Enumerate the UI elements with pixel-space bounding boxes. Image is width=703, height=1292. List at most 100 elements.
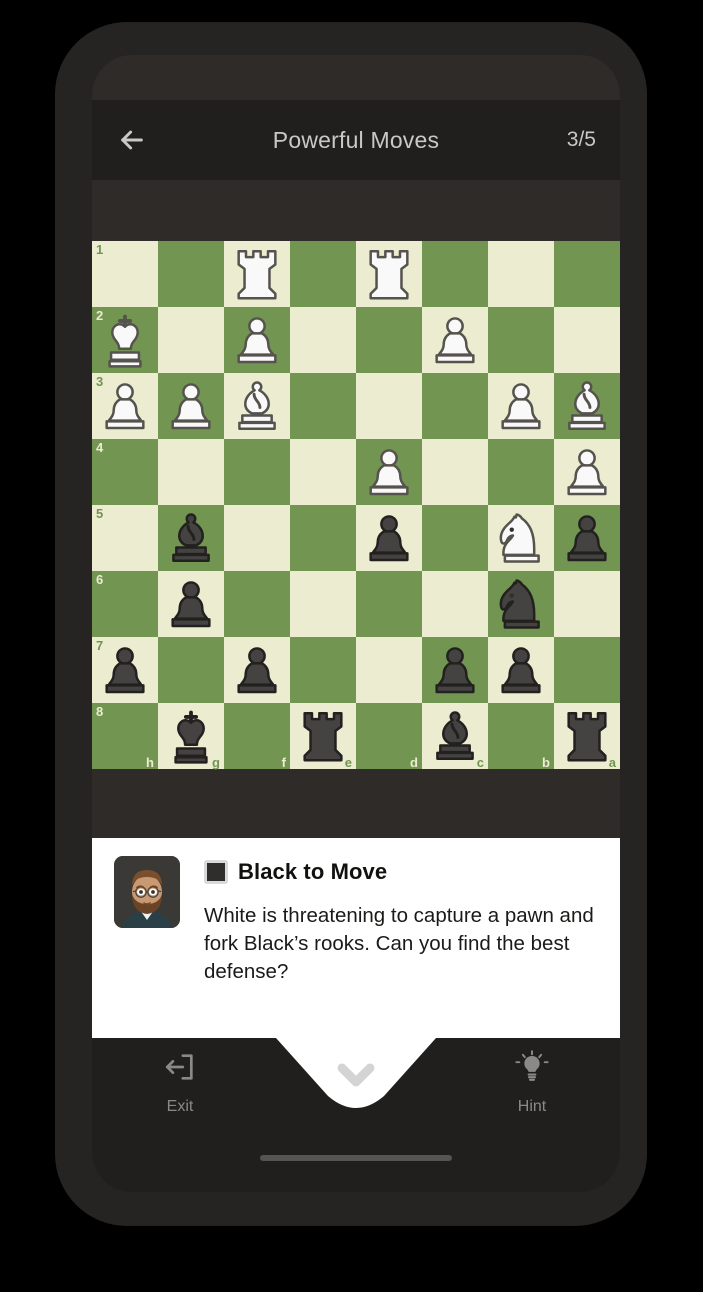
square-e8[interactable]: e: [290, 703, 356, 770]
black-pawn-piece[interactable]: [158, 571, 224, 637]
square-d4[interactable]: [356, 439, 422, 505]
square-d7[interactable]: [356, 637, 422, 703]
square-b6[interactable]: [488, 571, 554, 637]
square-c1[interactable]: [422, 241, 488, 307]
black-pawn-piece[interactable]: [422, 637, 488, 703]
square-a2[interactable]: [554, 307, 620, 373]
square-e1[interactable]: [290, 241, 356, 307]
black-pawn-piece[interactable]: [488, 637, 554, 703]
square-b4[interactable]: [488, 439, 554, 505]
white-knight-piece[interactable]: [488, 505, 554, 571]
square-d2[interactable]: [356, 307, 422, 373]
square-g6[interactable]: [158, 571, 224, 637]
white-pawn-piece[interactable]: [224, 307, 290, 373]
white-pawn-piece[interactable]: [356, 439, 422, 505]
black-knight-piece[interactable]: [488, 571, 554, 637]
square-d5[interactable]: [356, 505, 422, 571]
square-f4[interactable]: [224, 439, 290, 505]
square-d1[interactable]: [356, 241, 422, 307]
file-label: f: [281, 755, 286, 770]
square-g3[interactable]: [158, 373, 224, 439]
square-e6[interactable]: [290, 571, 356, 637]
black-bishop-piece[interactable]: [422, 703, 488, 769]
square-b1[interactable]: [488, 241, 554, 307]
square-b5[interactable]: [488, 505, 554, 571]
square-e4[interactable]: [290, 439, 356, 505]
square-f3[interactable]: [224, 373, 290, 439]
square-b3[interactable]: [488, 373, 554, 439]
square-h4[interactable]: 4: [92, 439, 158, 505]
square-f5[interactable]: [224, 505, 290, 571]
square-c7[interactable]: [422, 637, 488, 703]
lesson-info-card: Black to Move White is threatening to ca…: [92, 838, 620, 1038]
black-pawn-piece[interactable]: [356, 505, 422, 571]
white-rook-piece[interactable]: [356, 241, 422, 307]
square-g7[interactable]: [158, 637, 224, 703]
square-h7[interactable]: 7: [92, 637, 158, 703]
chess-board[interactable]: 1234 56 78hg fe dcba: [92, 241, 620, 770]
square-g4[interactable]: [158, 439, 224, 505]
white-bishop-piece[interactable]: [554, 373, 620, 439]
square-c4[interactable]: [422, 439, 488, 505]
square-c3[interactable]: [422, 373, 488, 439]
square-g2[interactable]: [158, 307, 224, 373]
square-a1[interactable]: [554, 241, 620, 307]
collapse-notch[interactable]: [276, 1038, 436, 1116]
square-a8[interactable]: a: [554, 703, 620, 770]
square-f2[interactable]: [224, 307, 290, 373]
square-d6[interactable]: [356, 571, 422, 637]
square-h3[interactable]: 3: [92, 373, 158, 439]
white-pawn-piece[interactable]: [92, 373, 158, 439]
exit-icon: [163, 1050, 197, 1089]
square-c2[interactable]: [422, 307, 488, 373]
square-f1[interactable]: [224, 241, 290, 307]
black-pawn-piece[interactable]: [554, 505, 620, 571]
rank-label: 6: [96, 572, 104, 587]
white-pawn-piece[interactable]: [488, 373, 554, 439]
square-g1[interactable]: [158, 241, 224, 307]
square-b8[interactable]: b: [488, 703, 554, 770]
square-h6[interactable]: 6: [92, 571, 158, 637]
square-f7[interactable]: [224, 637, 290, 703]
square-c6[interactable]: [422, 571, 488, 637]
square-b7[interactable]: [488, 637, 554, 703]
square-a6[interactable]: [554, 571, 620, 637]
square-a5[interactable]: [554, 505, 620, 571]
square-h8[interactable]: 8h: [92, 703, 158, 770]
rank-label: 4: [96, 440, 104, 455]
white-pawn-piece[interactable]: [554, 439, 620, 505]
square-e7[interactable]: [290, 637, 356, 703]
square-c8[interactable]: c: [422, 703, 488, 770]
white-king-piece[interactable]: [92, 307, 158, 373]
black-pawn-piece[interactable]: [224, 637, 290, 703]
hint-button[interactable]: Hint: [472, 1050, 592, 1116]
square-h5[interactable]: 5: [92, 505, 158, 571]
square-f6[interactable]: [224, 571, 290, 637]
file-label: d: [410, 755, 418, 770]
white-rook-piece[interactable]: [224, 241, 290, 307]
black-pawn-piece[interactable]: [92, 637, 158, 703]
square-b2[interactable]: [488, 307, 554, 373]
black-rook-piece[interactable]: [290, 703, 356, 769]
square-e3[interactable]: [290, 373, 356, 439]
square-h2[interactable]: 2: [92, 307, 158, 373]
square-a4[interactable]: [554, 439, 620, 505]
square-g5[interactable]: [158, 505, 224, 571]
square-a3[interactable]: [554, 373, 620, 439]
square-a7[interactable]: [554, 637, 620, 703]
square-d8[interactable]: d: [356, 703, 422, 770]
square-e2[interactable]: [290, 307, 356, 373]
exit-button[interactable]: Exit: [120, 1050, 240, 1116]
square-f8[interactable]: f: [224, 703, 290, 770]
square-c5[interactable]: [422, 505, 488, 571]
square-h1[interactable]: 1: [92, 241, 158, 307]
square-e5[interactable]: [290, 505, 356, 571]
white-pawn-piece[interactable]: [158, 373, 224, 439]
black-rook-piece[interactable]: [554, 703, 620, 769]
square-d3[interactable]: [356, 373, 422, 439]
white-pawn-piece[interactable]: [422, 307, 488, 373]
black-bishop-piece[interactable]: [158, 505, 224, 571]
black-king-piece[interactable]: [158, 703, 224, 769]
square-g8[interactable]: g: [158, 703, 224, 770]
white-bishop-piece[interactable]: [224, 373, 290, 439]
